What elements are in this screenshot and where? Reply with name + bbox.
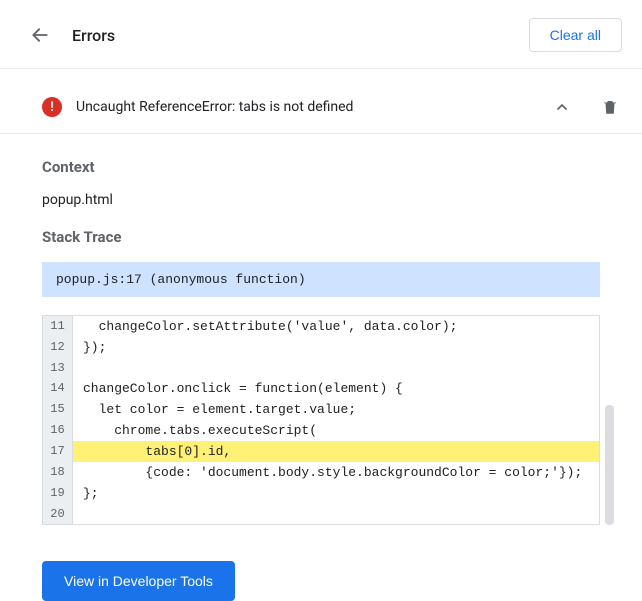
back-arrow-icon[interactable] [28,23,52,47]
error-message: Uncaught ReferenceError: tabs is not def… [76,99,550,115]
code-line: 18 {code: 'document.body.style.backgroun… [43,462,599,483]
code-text [73,504,599,524]
code-text: chrome.tabs.executeScript( [73,420,599,441]
view-devtools-button[interactable]: View in Developer Tools [42,561,235,601]
code-text: let color = element.target.value; [73,399,599,420]
line-number: 19 [43,483,73,504]
error-item[interactable]: ! Uncaught ReferenceError: tabs is not d… [0,81,642,134]
code-viewer-wrapper: 11 changeColor.setAttribute('value', dat… [42,315,600,525]
line-number: 17 [43,441,73,462]
line-number: 15 [43,399,73,420]
code-line: 16 chrome.tabs.executeScript( [43,420,599,441]
code-line: 19}; [43,483,599,504]
code-text: {code: 'document.body.style.backgroundCo… [73,462,599,483]
context-value: popup.html [42,192,600,208]
chevron-up-icon[interactable] [550,95,574,119]
line-number: 13 [43,358,73,378]
error-icon: ! [42,97,62,117]
code-text: changeColor.setAttribute('value', data.c… [73,316,599,337]
page-title: Errors [72,26,529,45]
context-heading: Context [42,158,600,176]
code-text [73,358,599,378]
code-line: 12}); [43,337,599,358]
code-line: 20 [43,504,599,524]
code-text: changeColor.onclick = function(element) … [73,378,599,399]
code-text: }); [73,337,599,358]
line-number: 18 [43,462,73,483]
code-line: 15 let color = element.target.value; [43,399,599,420]
code-line: 14changeColor.onclick = function(element… [43,378,599,399]
line-number: 14 [43,378,73,399]
code-viewer: 11 changeColor.setAttribute('value', dat… [42,315,600,525]
line-number: 12 [43,337,73,358]
stack-trace-heading: Stack Trace [42,228,600,246]
code-line: 17 tabs[0].id, [43,441,599,462]
scrollbar[interactable] [605,405,614,525]
clear-all-button[interactable]: Clear all [529,18,622,52]
line-number: 11 [43,316,73,337]
code-text: }; [73,483,599,504]
trash-icon[interactable] [598,95,622,119]
code-line: 11 changeColor.setAttribute('value', dat… [43,316,599,337]
error-details: Context popup.html Stack Trace popup.js:… [0,134,642,541]
code-line: 13 [43,358,599,378]
line-number: 20 [43,504,73,524]
header: Errors Clear all [0,0,642,69]
stack-trace-location: popup.js:17 (anonymous function) [42,262,600,297]
line-number: 16 [43,420,73,441]
code-text: tabs[0].id, [73,441,599,462]
